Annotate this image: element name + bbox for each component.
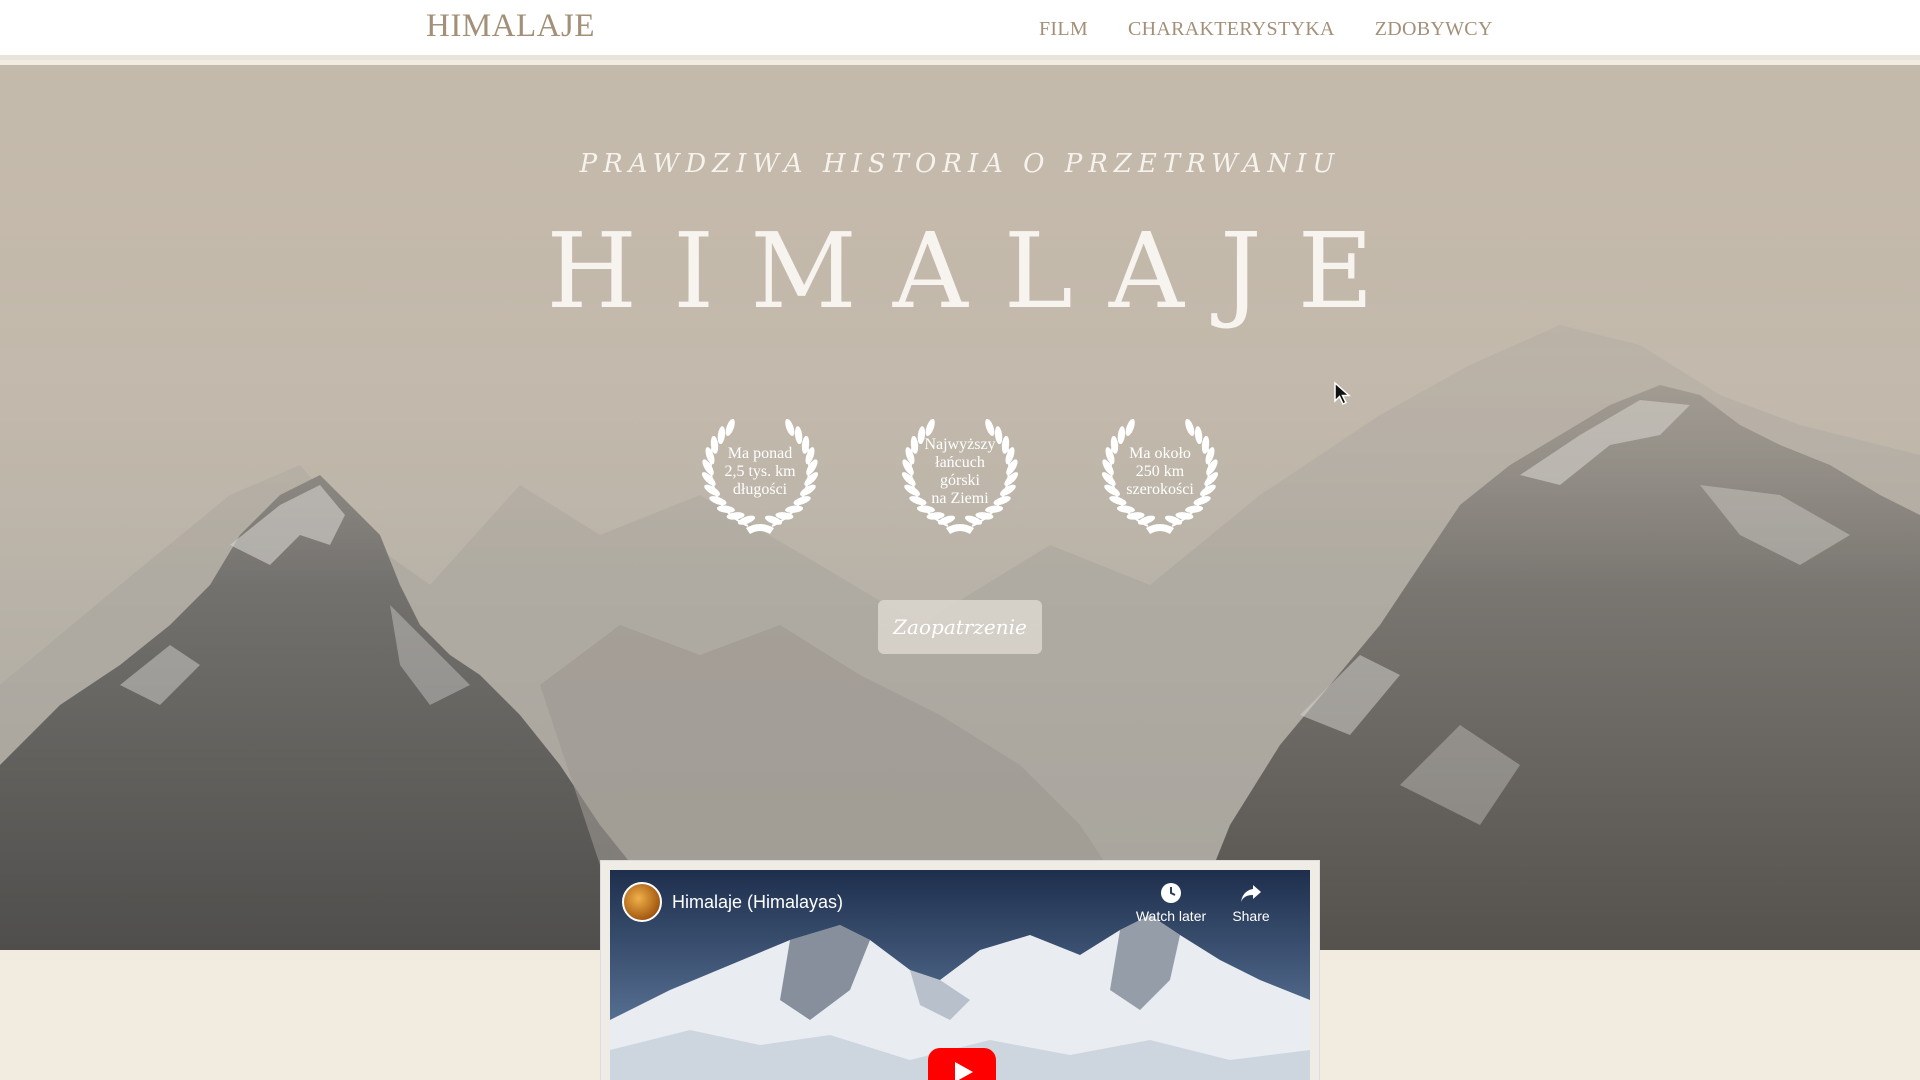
laurel-line: długości (732, 481, 788, 498)
brand-logo-link[interactable]: HIMALAJE (426, 8, 595, 45)
youtube-video-player[interactable]: Himalaje (Himalayas) Watch later Share (610, 870, 1310, 1080)
hero-title: HIMALAJE (546, 210, 1410, 332)
hero-section: PRAWDZIWA HISTORIA O PRZETRWANIU HIMALAJ… (0, 65, 1920, 950)
nav-link-zdobywcy[interactable]: ZDOBYWCY (1375, 18, 1493, 41)
laurel-text: Ma ponad 2,5 tys. km długości (706, 428, 814, 516)
watch-later-button[interactable]: Watch later (1131, 882, 1211, 924)
channel-avatar[interactable] (622, 882, 662, 922)
laurel-line: 250 km (1135, 463, 1185, 480)
laurel-line: 2,5 tys. km (724, 463, 796, 480)
video-embed-frame: Himalaje (Himalayas) Watch later Share (600, 860, 1320, 1080)
laurel-line: Ma ponad (727, 445, 793, 462)
share-button[interactable]: Share (1211, 882, 1291, 924)
laurel-text: Najwyższy łańcuch górski na Ziemi (906, 428, 1014, 516)
laurel-line: Ma około (1129, 445, 1191, 462)
watch-later-label: Watch later (1135, 908, 1207, 924)
laurel-facts: Ma ponad 2,5 tys. km długości Najwyższy … (688, 408, 1232, 538)
laurel-line: Najwyższy (924, 436, 996, 453)
laurel-line: szerokości (1126, 481, 1194, 498)
supply-button[interactable]: Zaopatrzenie (878, 600, 1042, 654)
laurel-line: górski (940, 472, 980, 489)
video-title[interactable]: Himalaje (Himalayas) (672, 892, 843, 913)
laurel-fact-width: Ma około 250 km szerokości (1088, 408, 1232, 538)
share-arrow-icon (1211, 882, 1291, 908)
main-nav: FILM CHARAKTERYSTYKA ZDOBYWCY (1039, 18, 1493, 41)
youtube-play-icon[interactable] (928, 1048, 996, 1080)
nav-link-charakterystyka[interactable]: CHARAKTERYSTYKA (1128, 18, 1335, 41)
share-label: Share (1232, 908, 1270, 924)
laurel-text: Ma około 250 km szerokości (1106, 428, 1214, 516)
laurel-fact-length: Ma ponad 2,5 tys. km długości (688, 408, 832, 538)
top-navbar: HIMALAJE FILM CHARAKTERYSTYKA ZDOBYWCY (0, 0, 1920, 60)
clock-icon (1131, 882, 1211, 908)
mouse-cursor-icon (1334, 381, 1351, 406)
nav-link-film[interactable]: FILM (1039, 18, 1088, 41)
laurel-line: łańcuch (935, 454, 985, 471)
laurel-line: na Ziemi (931, 490, 989, 507)
laurel-fact-highest: Najwyższy łańcuch górski na Ziemi (888, 408, 1032, 538)
hero-tagline: PRAWDZIWA HISTORIA O PRZETRWANIU (579, 149, 1341, 179)
